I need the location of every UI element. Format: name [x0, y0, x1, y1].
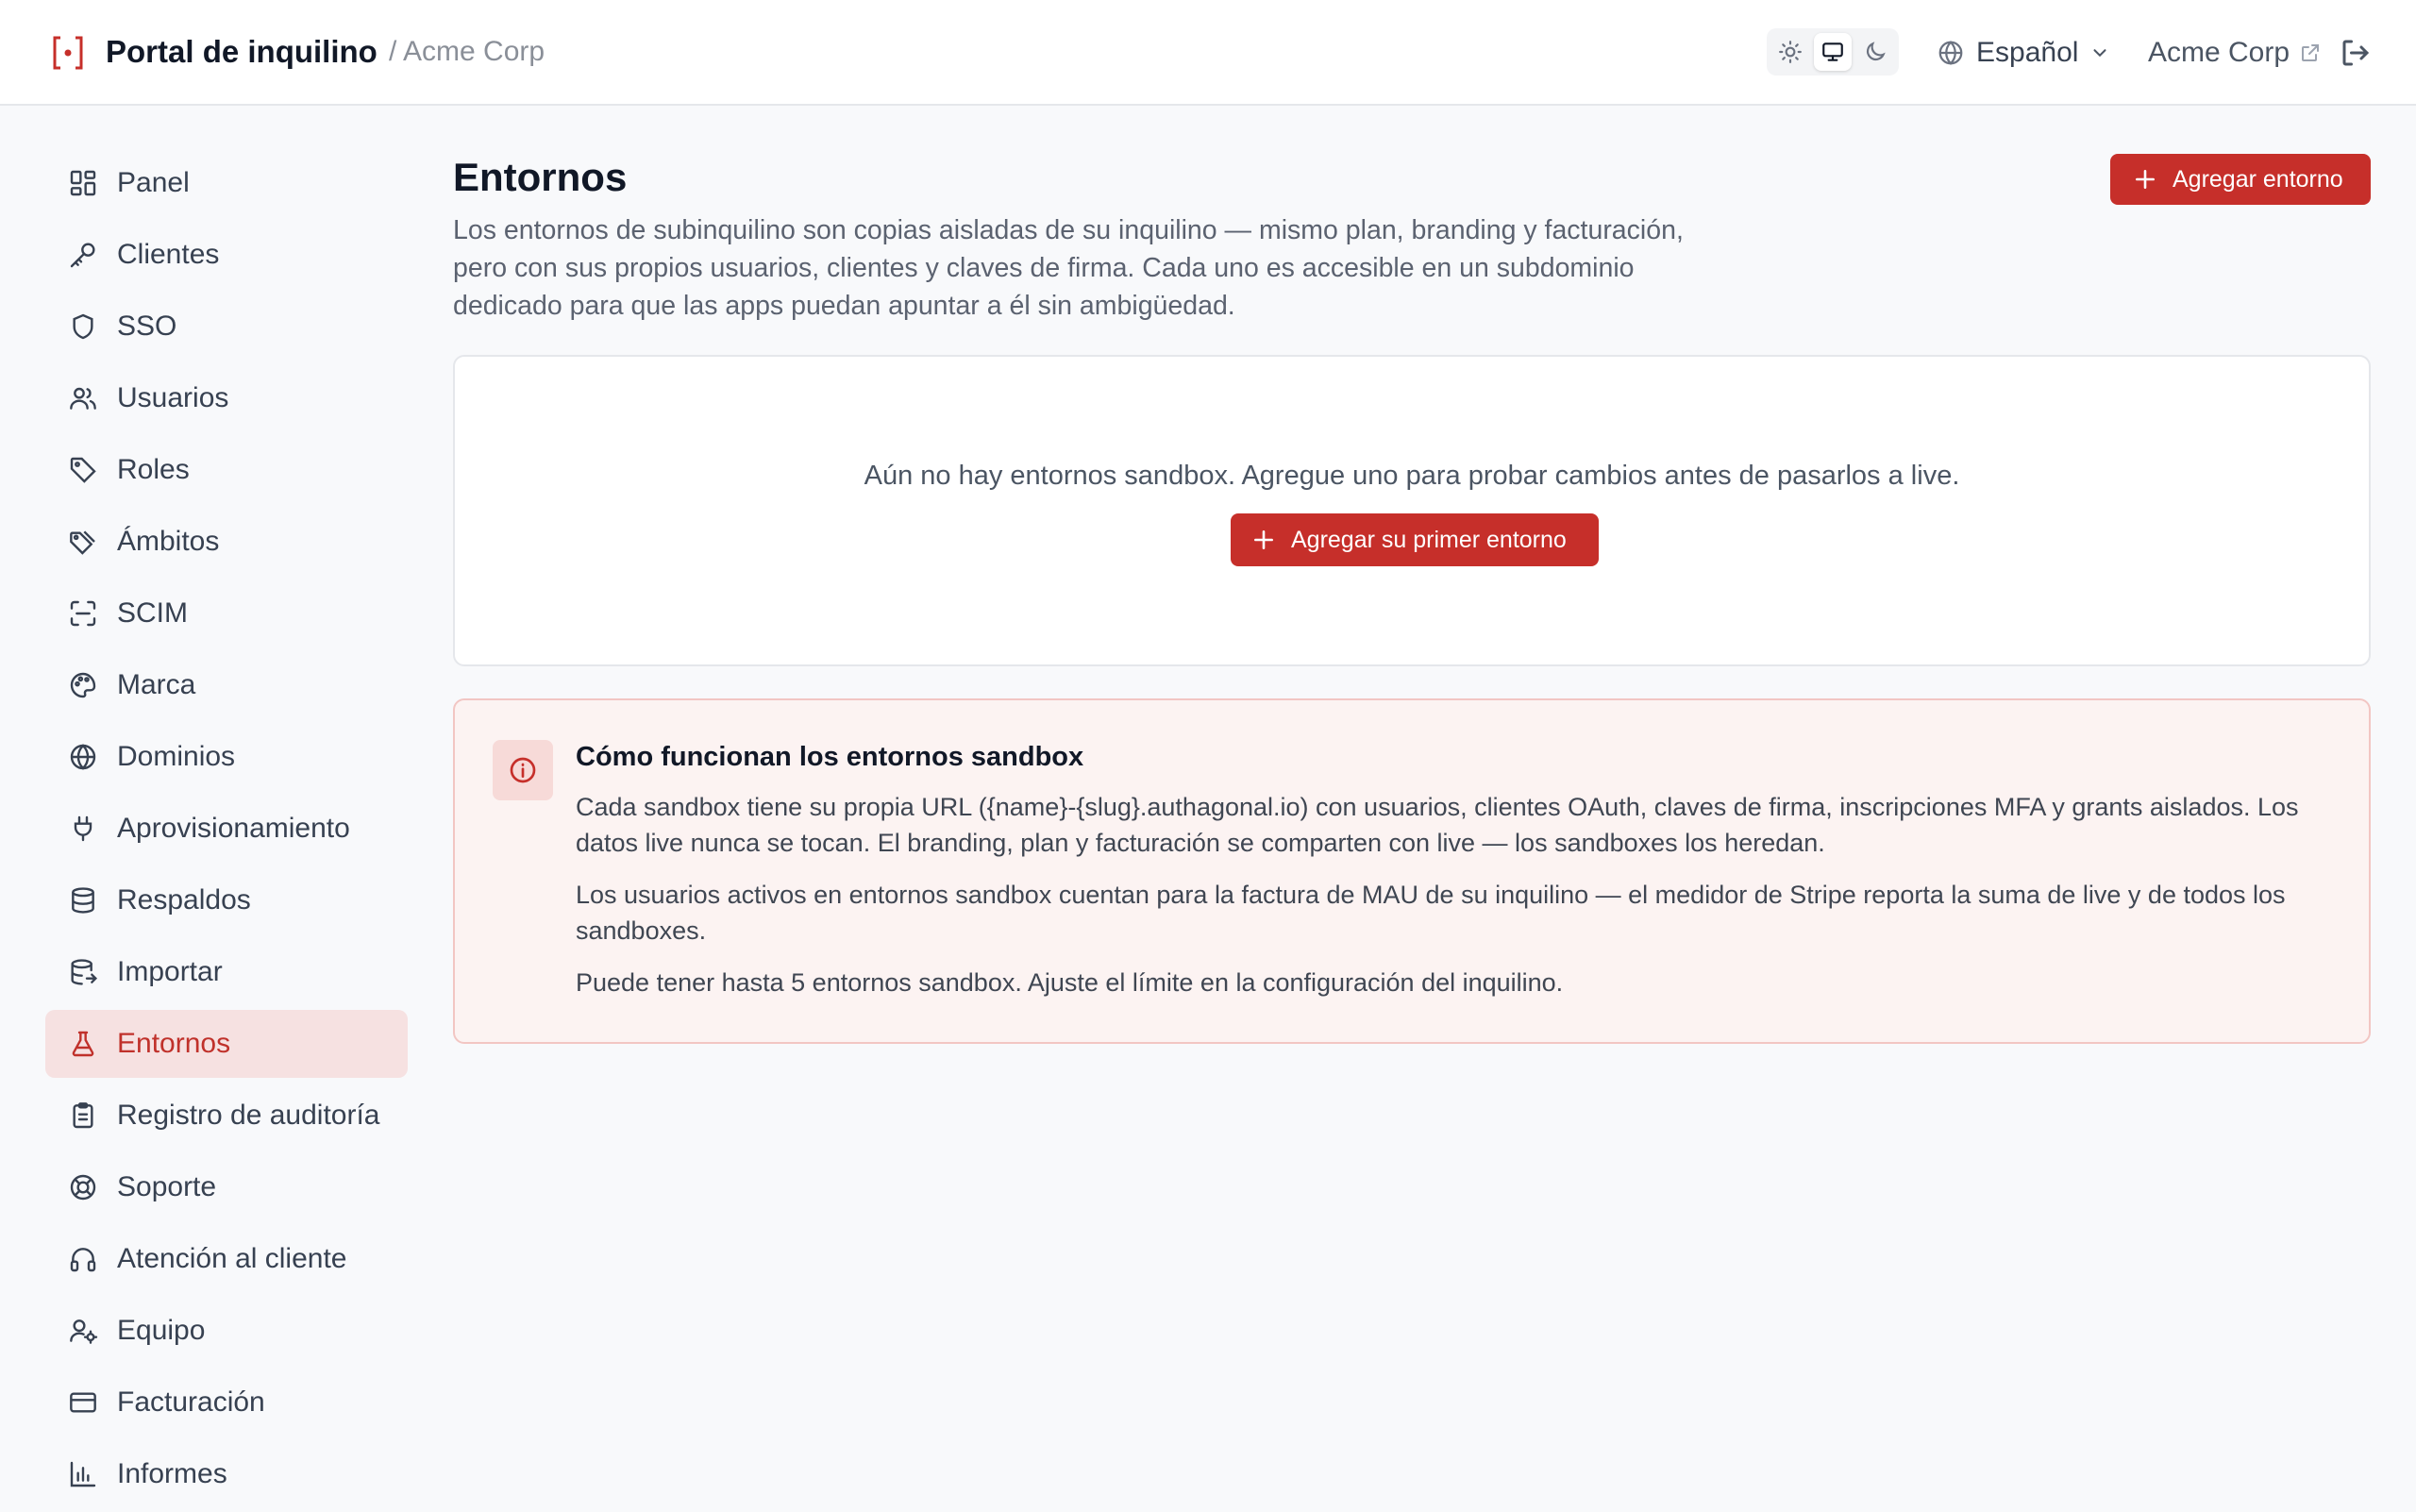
tenant-external-link[interactable]: Acme Corp — [2148, 34, 2322, 72]
language-label: Español — [1976, 37, 2079, 68]
grid-icon — [70, 170, 96, 196]
tenant-breadcrumb: / Acme Corp — [389, 36, 545, 67]
sidebar-item-label: Entornos — [117, 1028, 231, 1059]
external-link-icon — [2302, 44, 2320, 61]
users-icon — [70, 387, 96, 410]
sidebar-item-informes[interactable]: Informes — [45, 1440, 408, 1508]
sidebar-item-panel[interactable]: Panel — [45, 149, 408, 217]
sidebar-item-label: SSO — [117, 311, 177, 342]
sidebar-item-label: Ámbitos — [117, 526, 220, 557]
flask-icon — [72, 1031, 94, 1057]
sidebar-item-facturacion[interactable]: Facturación — [45, 1369, 408, 1436]
add-environment-label: Agregar entorno — [2173, 165, 2343, 193]
sun-icon — [1779, 41, 1802, 63]
lifebuoy-icon — [70, 1174, 96, 1201]
info-icon-badge — [493, 740, 553, 800]
app-title: Portal de inquilino — [106, 34, 378, 69]
database-import-icon — [71, 959, 98, 985]
info-paragraph: Puede tener hasta 5 entornos sandbox. Aj… — [576, 968, 1564, 997]
logout-icon[interactable] — [2339, 36, 2373, 70]
sidebar-item-label: Atención al cliente — [117, 1243, 347, 1274]
add-first-environment-label: Agregar su primer entorno — [1291, 526, 1567, 553]
sidebar-item-label: Importar — [117, 956, 223, 987]
add-environment-button[interactable]: Agregar entorno — [2110, 154, 2371, 205]
sidebar-item-equipo[interactable]: Equipo — [45, 1297, 408, 1365]
plug-icon — [74, 815, 92, 842]
info-paragraph: Cada sandbox tiene su propia URL ({name}… — [576, 793, 2299, 857]
page-description: Los entornos de subinquilino son copias … — [453, 215, 1684, 321]
info-paragraph: Los usuarios activos en entornos sandbox… — [576, 881, 2286, 945]
headphones-icon — [70, 1248, 96, 1272]
sidebar-item-importar[interactable]: Importar — [45, 938, 408, 1006]
shield-icon — [73, 313, 93, 340]
sidebar-item-label: Roles — [117, 454, 190, 485]
sidebar-item-ambitos[interactable]: Ámbitos — [45, 508, 408, 576]
theme-dark-button[interactable] — [1856, 33, 1894, 71]
globe-icon — [70, 744, 96, 770]
sidebar-item-label: Dominios — [117, 741, 236, 772]
empty-state-card: Aún no hay entornos sandbox. Agregue uno… — [453, 355, 2371, 666]
sandbox-info-card: Cómo funcionan los entornos sandbox Cada… — [453, 698, 2371, 1044]
sidebar-item-label: Registro de auditoría — [117, 1100, 380, 1131]
empty-state-text: Aún no hay entornos sandbox. Agregue uno… — [864, 461, 1960, 491]
database-icon — [72, 887, 94, 914]
moon-icon — [1866, 42, 1886, 61]
tenant-link-label: Acme Corp — [2148, 37, 2290, 68]
sidebar-item-atencion-cliente[interactable]: Atención al cliente — [45, 1225, 408, 1293]
tags-icon — [70, 530, 95, 555]
sidebar-item-label: Equipo — [117, 1315, 206, 1346]
clipboard-icon — [73, 1102, 93, 1129]
sidebar-item-label: Aprovisionamiento — [117, 813, 350, 844]
plus-icon — [2136, 170, 2155, 189]
scan-icon — [70, 600, 96, 627]
language-selector[interactable]: Español — [1937, 34, 2110, 72]
sidebar-item-dominios[interactable]: Dominios — [45, 723, 408, 791]
sidebar-item-label: Facturación — [117, 1386, 265, 1418]
sidebar-item-label: Respaldos — [117, 884, 251, 916]
sidebar-item-soporte[interactable]: Soporte — [45, 1153, 408, 1221]
sidebar-nav: Panel Clientes SSO Usuarios Roles Ámbito… — [45, 149, 408, 1512]
sidebar-item-label: Informes — [117, 1458, 227, 1489]
logo-icon — [53, 36, 83, 70]
key-icon — [70, 243, 95, 268]
globe-icon — [1938, 41, 1963, 65]
add-first-environment-button[interactable]: Agregar su primer entorno — [1231, 513, 1599, 566]
info-title: Cómo funcionan los entornos sandbox — [576, 742, 1084, 772]
bar-chart-icon — [70, 1461, 96, 1487]
theme-light-button[interactable] — [1771, 33, 1809, 71]
sidebar-item-label: Soporte — [117, 1171, 217, 1202]
credit-card-icon — [70, 1392, 96, 1413]
user-cog-icon — [70, 1319, 98, 1344]
chevron-down-icon — [2093, 49, 2106, 58]
tag-icon — [70, 457, 96, 483]
plus-icon — [1254, 530, 1273, 549]
sidebar-item-label: Panel — [117, 167, 190, 198]
sidebar-item-clientes[interactable]: Clientes — [45, 221, 408, 289]
sidebar-item-scim[interactable]: SCIM — [45, 580, 408, 647]
sidebar-item-aprovisionamiento[interactable]: Aprovisionamiento — [45, 795, 408, 863]
sidebar-item-label: Marca — [117, 669, 196, 700]
sidebar-item-registro-auditoria[interactable]: Registro de auditoría — [45, 1082, 408, 1150]
top-header: Portal de inquilino / Acme Corp Español … — [0, 0, 2416, 106]
sidebar-item-entornos[interactable]: Entornos — [45, 1010, 408, 1078]
page-title: Entornos — [453, 155, 628, 199]
sidebar-item-respaldos[interactable]: Respaldos — [45, 866, 408, 934]
sidebar-item-label: Clientes — [117, 239, 220, 270]
sidebar-item-sso[interactable]: SSO — [45, 293, 408, 361]
sidebar-item-roles[interactable]: Roles — [45, 436, 408, 504]
theme-toggle — [1767, 28, 1899, 76]
sidebar-item-usuarios[interactable]: Usuarios — [45, 364, 408, 432]
info-icon — [510, 757, 536, 783]
sidebar-item-marca[interactable]: Marca — [45, 651, 408, 719]
sidebar-item-label: Usuarios — [117, 382, 229, 413]
sidebar-item-label: SCIM — [117, 597, 188, 629]
theme-system-button[interactable] — [1814, 33, 1852, 71]
palette-icon — [70, 672, 96, 698]
monitor-icon — [1822, 42, 1843, 61]
